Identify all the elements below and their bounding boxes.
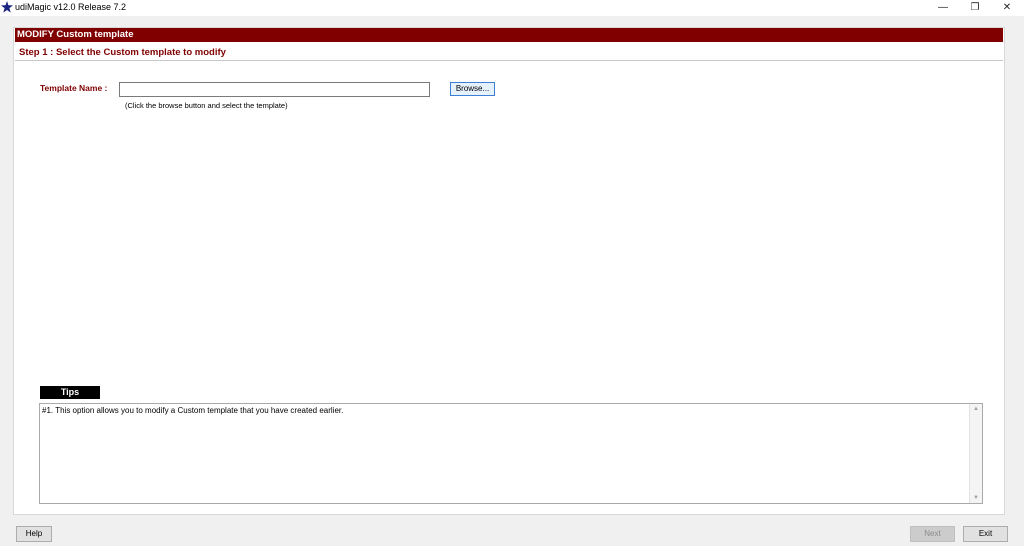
window-title: udiMagic v12.0 Release 7.2 bbox=[15, 2, 127, 12]
tips-scrollbar[interactable]: ▲ ▼ bbox=[969, 404, 982, 503]
star-logo-icon bbox=[1, 1, 13, 13]
exit-button[interactable]: Exit bbox=[963, 526, 1008, 542]
tips-label: Tips bbox=[40, 386, 100, 399]
browse-button[interactable]: Browse... bbox=[450, 82, 495, 96]
next-button[interactable]: Next bbox=[910, 526, 955, 542]
template-name-input[interactable] bbox=[119, 82, 430, 97]
step-divider bbox=[15, 60, 1003, 61]
minimize-button[interactable]: — bbox=[928, 0, 958, 16]
browse-hint: (Click the browse button and select the … bbox=[125, 101, 288, 110]
scroll-down-icon[interactable]: ▼ bbox=[970, 493, 982, 503]
page-title: MODIFY Custom template bbox=[17, 29, 134, 40]
tips-textbox[interactable]: #1. This option allows you to modify a C… bbox=[39, 403, 983, 504]
title-bar: udiMagic v12.0 Release 7.2 — ❐ ✕ bbox=[0, 0, 1024, 16]
header-bar: MODIFY Custom template bbox=[15, 28, 1003, 42]
help-button[interactable]: Help bbox=[16, 526, 52, 542]
scroll-up-icon[interactable]: ▲ bbox=[970, 404, 982, 414]
close-button[interactable]: ✕ bbox=[992, 0, 1022, 16]
tips-text: #1. This option allows you to modify a C… bbox=[42, 406, 344, 415]
step-title: Step 1 : Select the Custom template to m… bbox=[19, 47, 226, 58]
maximize-button[interactable]: ❐ bbox=[960, 0, 990, 16]
template-name-label: Template Name : bbox=[40, 83, 108, 93]
